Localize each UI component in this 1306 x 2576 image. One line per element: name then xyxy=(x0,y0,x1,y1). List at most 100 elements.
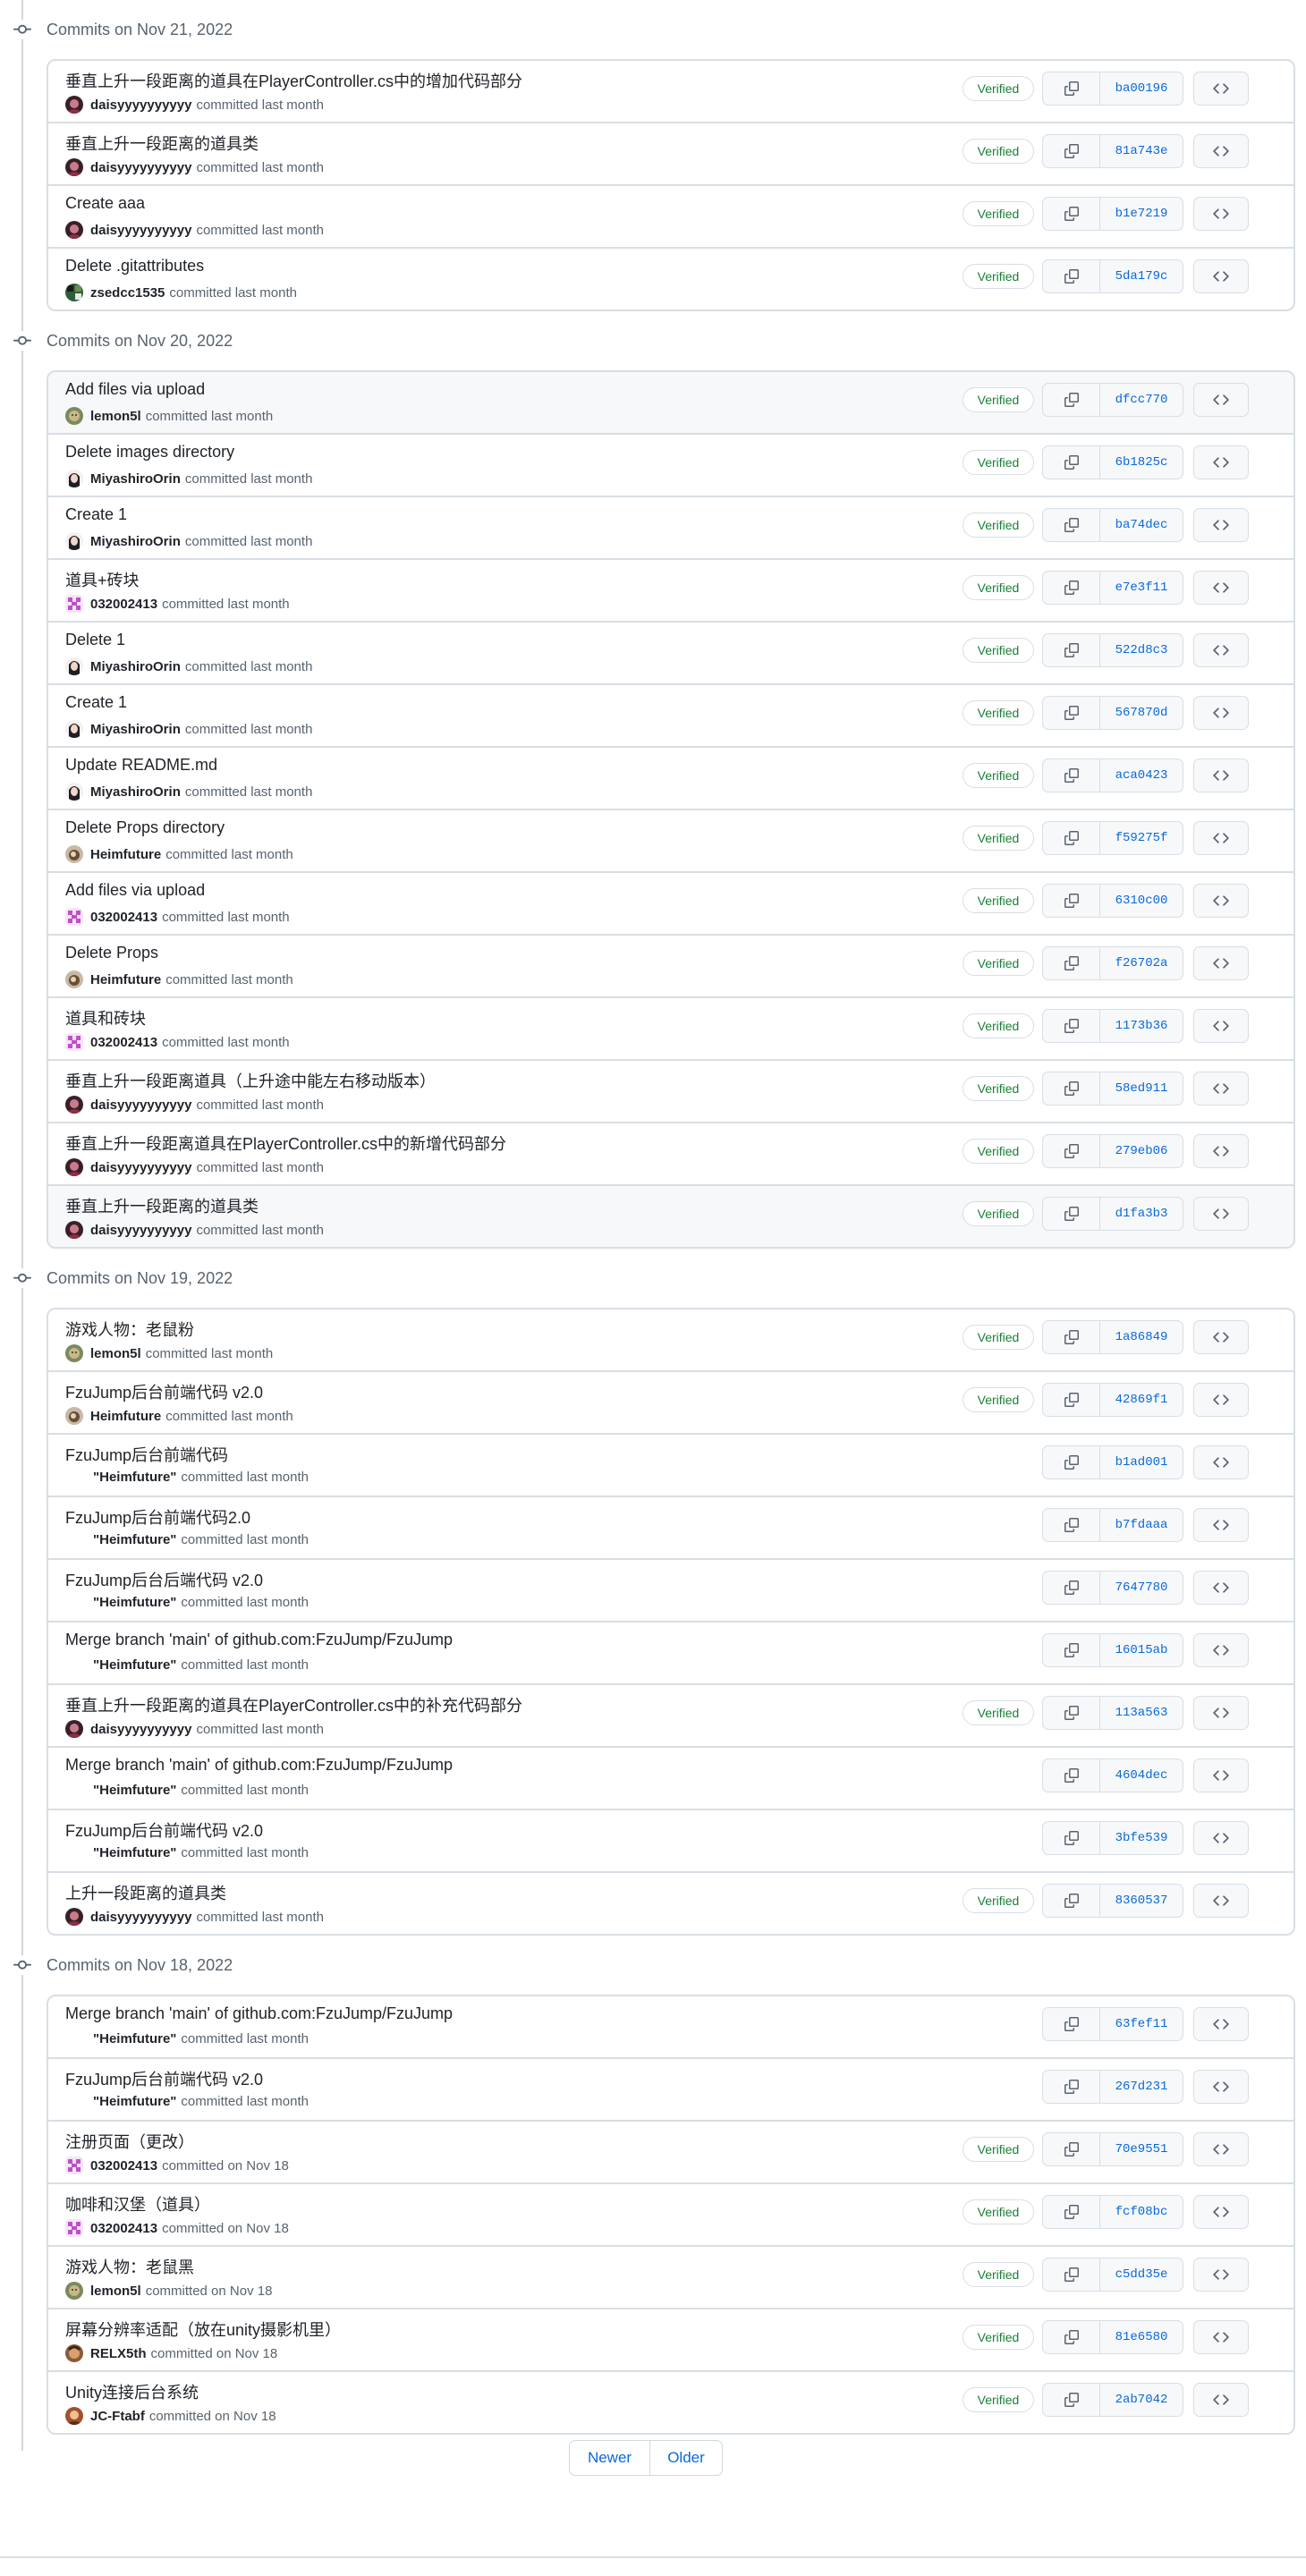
commit-author[interactable]: zsedcc1535 xyxy=(90,285,165,301)
avatar[interactable] xyxy=(65,1158,83,1176)
commit-sha-link[interactable]: aca0423 xyxy=(1100,759,1183,792)
commit-message-link[interactable]: Add files via upload xyxy=(65,380,205,399)
commit-sha-link[interactable]: e7e3f11 xyxy=(1100,572,1183,604)
code-icon[interactable] xyxy=(1193,1197,1249,1231)
avatar[interactable] xyxy=(65,470,83,487)
commit-author[interactable]: JC-Ftabf xyxy=(90,2409,145,2424)
commit-message-link[interactable]: 注册页面（更改） xyxy=(65,2130,194,2153)
commit-message-link[interactable]: Delete images directory xyxy=(65,443,234,462)
verified-badge[interactable]: Verified xyxy=(963,76,1034,101)
verified-badge[interactable]: Verified xyxy=(963,1076,1034,1101)
commit-author[interactable]: MiyashiroOrin xyxy=(90,659,181,674)
commit-author[interactable]: MiyashiroOrin xyxy=(90,784,181,800)
copy-icon[interactable] xyxy=(1043,1384,1100,1416)
commit-message-link[interactable]: Merge branch 'main' of github.com:FzuJum… xyxy=(65,2004,453,2023)
code-icon[interactable] xyxy=(1193,633,1249,667)
code-icon[interactable] xyxy=(1193,946,1249,980)
copy-icon[interactable] xyxy=(1043,634,1100,666)
code-icon[interactable] xyxy=(1193,2132,1249,2166)
copy-icon[interactable] xyxy=(1043,759,1100,792)
commit-sha-link[interactable]: 8360537 xyxy=(1100,1885,1183,1917)
commit-message-link[interactable]: Delete 1 xyxy=(65,631,125,649)
commit-message-link[interactable]: Add files via upload xyxy=(65,881,205,900)
verified-badge[interactable]: Verified xyxy=(963,513,1034,538)
code-icon[interactable] xyxy=(1193,2195,1249,2229)
commit-author[interactable]: 032002413 xyxy=(90,1035,157,1050)
commit-author[interactable]: lemon5l xyxy=(90,2284,141,2299)
commit-sha-link[interactable]: b1e7219 xyxy=(1100,198,1183,230)
verified-badge[interactable]: Verified xyxy=(963,2137,1034,2162)
code-icon[interactable] xyxy=(1193,1884,1249,1918)
copy-icon[interactable] xyxy=(1043,509,1100,541)
verified-badge[interactable]: Verified xyxy=(963,139,1034,164)
commit-sha-link[interactable]: f26702a xyxy=(1100,947,1183,979)
commit-message-link[interactable]: 垂直上升一段距离的道具在PlayerController.cs中的补充代码部分 xyxy=(65,1693,522,1716)
copy-icon[interactable] xyxy=(1043,1759,1100,1792)
avatar[interactable] xyxy=(65,908,83,926)
avatar[interactable] xyxy=(65,1096,83,1114)
verified-badge[interactable]: Verified xyxy=(963,951,1034,976)
commit-author[interactable]: 032002413 xyxy=(90,2158,157,2174)
copy-icon[interactable] xyxy=(1043,1072,1100,1105)
commit-author[interactable]: RELX5th xyxy=(90,2346,147,2361)
commit-message-link[interactable]: 垂直上升一段距离的道具类 xyxy=(65,1194,259,1217)
code-icon[interactable] xyxy=(1193,1445,1249,1479)
code-icon[interactable] xyxy=(1193,2383,1249,2417)
commit-author[interactable]: daisyyyyyyyyyy xyxy=(90,1223,191,1238)
verified-badge[interactable]: Verified xyxy=(963,387,1034,412)
code-icon[interactable] xyxy=(1193,1571,1249,1605)
commit-sha-link[interactable]: 6310c00 xyxy=(1100,885,1183,917)
commit-message-link[interactable]: Update README.md xyxy=(65,756,217,775)
commit-message-link[interactable]: 垂直上升一段距离道具在PlayerController.cs中的新增代码部分 xyxy=(65,1131,506,1155)
copy-icon[interactable] xyxy=(1043,2133,1100,2165)
avatar[interactable] xyxy=(65,720,83,738)
verified-badge[interactable]: Verified xyxy=(963,826,1034,851)
commit-sha-link[interactable]: 522d8c3 xyxy=(1100,634,1183,666)
commit-author[interactable]: daisyyyyyyyyyy xyxy=(90,97,191,113)
newer-button[interactable]: Newer xyxy=(570,2441,650,2475)
code-icon[interactable] xyxy=(1193,1696,1249,1730)
copy-icon[interactable] xyxy=(1043,1321,1100,1353)
commit-message-link[interactable]: Create 1 xyxy=(65,505,127,524)
commit-sha-link[interactable]: c5dd35e xyxy=(1100,2258,1183,2291)
avatar[interactable] xyxy=(65,1720,83,1738)
commit-sha-link[interactable]: 7647780 xyxy=(1100,1572,1183,1604)
copy-icon[interactable] xyxy=(1043,384,1100,416)
commit-message-link[interactable]: Merge branch 'main' of github.com:FzuJum… xyxy=(65,1631,453,1649)
verified-badge[interactable]: Verified xyxy=(963,450,1034,475)
commit-author[interactable]: daisyyyyyyyyyy xyxy=(90,1722,191,1737)
code-icon[interactable] xyxy=(1193,445,1249,479)
code-icon[interactable] xyxy=(1193,2007,1249,2041)
code-icon[interactable] xyxy=(1193,134,1249,168)
commit-sha-link[interactable]: 81a743e xyxy=(1100,135,1183,167)
commit-sha-link[interactable]: 5da179c xyxy=(1100,260,1183,292)
commit-sha-link[interactable]: 567870d xyxy=(1100,697,1183,729)
avatar[interactable] xyxy=(65,1908,83,1926)
avatar[interactable] xyxy=(65,1344,83,1362)
verified-badge[interactable]: Verified xyxy=(963,1201,1034,1226)
commit-sha-link[interactable]: 267d231 xyxy=(1100,2071,1183,2103)
copy-icon[interactable] xyxy=(1043,1135,1100,1167)
code-icon[interactable] xyxy=(1193,1508,1249,1542)
verified-badge[interactable]: Verified xyxy=(963,1888,1034,1913)
commit-sha-link[interactable]: dfcc770 xyxy=(1100,384,1183,416)
copy-icon[interactable] xyxy=(1043,2071,1100,2103)
commit-author[interactable]: Heimfuture xyxy=(90,1409,161,1424)
commit-author[interactable]: "Heimfuture" xyxy=(93,1783,176,1798)
commit-author[interactable]: MiyashiroOrin xyxy=(90,722,181,737)
commit-author[interactable]: Heimfuture xyxy=(90,972,161,987)
commit-sha-link[interactable]: 279eb06 xyxy=(1100,1135,1183,1167)
commit-author[interactable]: daisyyyyyyyyyy xyxy=(90,1910,191,1925)
commit-sha-link[interactable]: f59275f xyxy=(1100,822,1183,854)
verified-badge[interactable]: Verified xyxy=(963,2387,1034,2412)
copy-icon[interactable] xyxy=(1043,1885,1100,1917)
avatar[interactable] xyxy=(65,221,83,239)
verified-badge[interactable]: Verified xyxy=(963,2199,1034,2224)
verified-badge[interactable]: Verified xyxy=(963,2325,1034,2350)
code-icon[interactable] xyxy=(1193,72,1249,106)
commit-sha-link[interactable]: fcf08bc xyxy=(1100,2196,1183,2228)
code-icon[interactable] xyxy=(1193,508,1249,542)
copy-icon[interactable] xyxy=(1043,1697,1100,1729)
copy-icon[interactable] xyxy=(1043,885,1100,917)
commit-message-link[interactable]: FzuJump后台前端代码 v2.0 xyxy=(65,1380,263,1403)
